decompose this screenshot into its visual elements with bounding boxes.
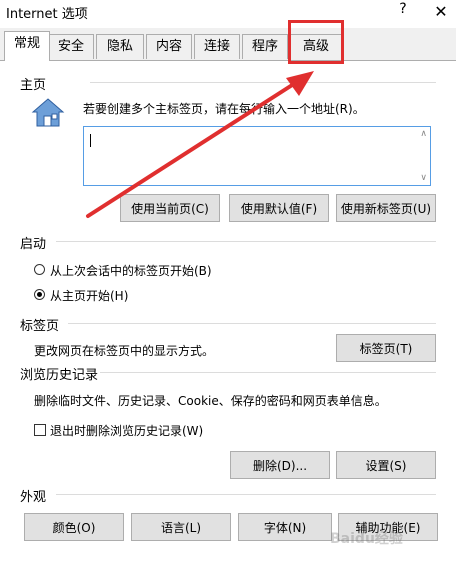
- delete-history-button[interactable]: 删除(D)...: [230, 451, 330, 479]
- startup-group-line: [56, 241, 436, 242]
- history-description: 删除临时文件、历史记录、Cookie、保存的密码和网页表单信息。: [34, 394, 387, 408]
- tabs-group-title: 标签页: [20, 319, 60, 334]
- fonts-button[interactable]: 字体(N): [238, 513, 332, 541]
- homepage-group-title: 主页: [20, 78, 47, 93]
- history-group-line: [100, 372, 436, 373]
- history-settings-button[interactable]: 设置(S): [336, 451, 436, 479]
- scroll-down-icon[interactable]: ∨: [420, 173, 427, 183]
- tab-content[interactable]: 内容: [146, 34, 192, 59]
- use-default-button[interactable]: 使用默认值(F): [229, 194, 329, 222]
- radio-home-page[interactable]: [34, 289, 45, 300]
- tabs-settings-button[interactable]: 标签页(T): [336, 334, 436, 362]
- tab-divider: [0, 60, 456, 61]
- history-group-title: 浏览历史记录: [20, 368, 99, 383]
- radio-last-session[interactable]: [34, 264, 45, 275]
- radio-last-session-label: 从上次会话中的标签页开始(B): [50, 264, 212, 278]
- startup-group-title: 启动: [20, 237, 47, 252]
- use-current-page-button[interactable]: 使用当前页(C): [120, 194, 220, 222]
- tabs-description: 更改网页在标签页中的显示方式。: [34, 344, 215, 358]
- appearance-group-line: [56, 494, 436, 495]
- tab-security[interactable]: 安全: [48, 34, 94, 59]
- tabs-group-line: [68, 323, 436, 324]
- delete-on-exit-checkbox[interactable]: [34, 424, 46, 436]
- home-icon: [31, 98, 65, 127]
- appearance-group-title: 外观: [20, 490, 47, 505]
- homepage-address-input[interactable]: ∧ ∨: [83, 126, 431, 186]
- text-caret: [90, 134, 91, 147]
- tab-programs[interactable]: 程序: [242, 34, 288, 59]
- tab-connections[interactable]: 连接: [194, 34, 240, 59]
- use-new-tab-button[interactable]: 使用新标签页(U): [336, 194, 436, 222]
- advanced-tab-highlight: [288, 20, 344, 64]
- close-button[interactable]: ✕: [428, 0, 454, 24]
- scroll-up-icon[interactable]: ∧: [420, 129, 427, 139]
- homepage-group-line: [90, 82, 436, 83]
- colors-button[interactable]: 颜色(O): [24, 513, 124, 541]
- radio-home-page-label: 从主页开始(H): [50, 289, 129, 303]
- radio-selected-dot: [37, 292, 42, 297]
- tab-strip: 常规 安全 隐私 内容 连接 程序 高级: [0, 31, 456, 61]
- languages-button[interactable]: 语言(L): [131, 513, 231, 541]
- delete-on-exit-label: 退出时删除浏览历史记录(W): [50, 424, 204, 438]
- window-title: Internet 选项: [6, 7, 88, 22]
- title-bar: Internet 选项 ? ✕: [0, 0, 456, 28]
- tab-general[interactable]: 常规: [4, 31, 50, 61]
- help-button[interactable]: ?: [393, 1, 413, 23]
- watermark: Baidu经验: [330, 531, 403, 547]
- homepage-description: 若要创建多个主标签页，请在每行输入一个地址(R)。: [83, 102, 365, 116]
- tab-privacy[interactable]: 隐私: [96, 34, 144, 59]
